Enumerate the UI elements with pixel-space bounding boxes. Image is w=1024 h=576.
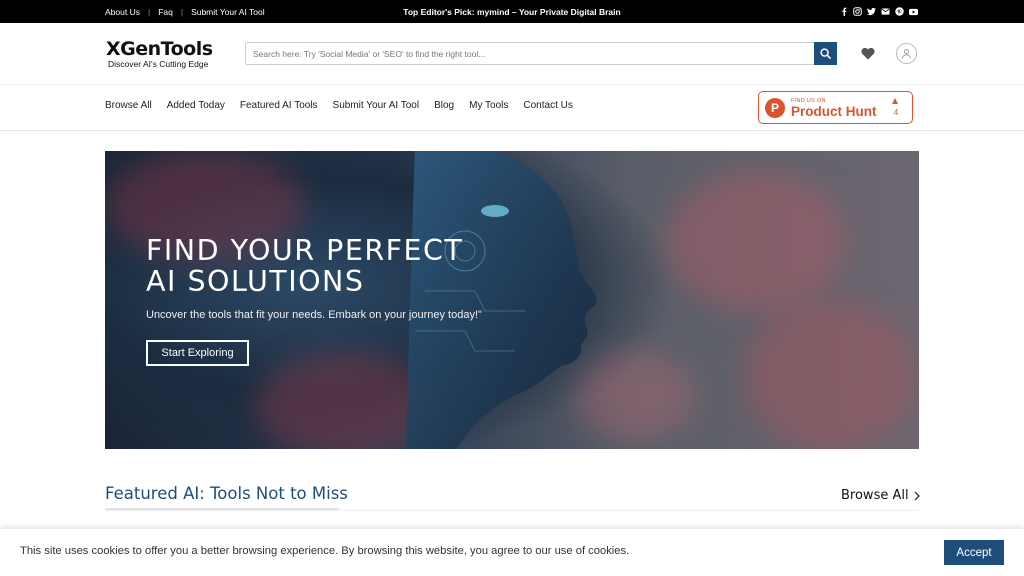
accept-cookies-button[interactable]: Accept — [944, 540, 1004, 565]
hero-headline-line-1: FIND YOUR PERFECT — [146, 234, 464, 267]
logo-tagline: Discover AI's Cutting Edge — [108, 59, 209, 69]
browse-all-label: Browse All — [841, 488, 909, 503]
top-link-about-us[interactable]: About Us — [105, 7, 140, 17]
product-hunt-votes: 4 — [893, 108, 899, 117]
pinterest-icon[interactable] — [895, 7, 904, 16]
product-hunt-logo-icon: P — [765, 98, 785, 118]
nav-contact-us[interactable]: Contact Us — [523, 100, 572, 114]
section-divider — [105, 510, 919, 511]
site-header: XGenTools Discover AI's Cutting Edge Bro… — [0, 23, 1024, 131]
nav-browse-all[interactable]: Browse All — [105, 100, 152, 114]
hero-headline-line-2: AI SOLUTIONS — [146, 265, 365, 298]
hero-ai-face-illustration — [405, 151, 597, 449]
user-icon — [901, 49, 912, 59]
hero-headline: FIND YOUR PERFECT AI SOLUTIONS — [146, 235, 606, 297]
upvote-arrow-icon — [892, 98, 898, 104]
site-logo[interactable]: XGenTools Discover AI's Cutting Edge — [106, 39, 213, 69]
product-hunt-name: Product Hunt — [791, 104, 877, 119]
editors-pick-text[interactable]: Top Editor's Pick: mymind – Your Private… — [403, 7, 620, 17]
youtube-icon[interactable] — [909, 7, 918, 16]
product-hunt-badge[interactable]: P FIND US ON Product Hunt 4 — [758, 91, 913, 124]
hero-banner: FIND YOUR PERFECT AI SOLUTIONS Uncover t… — [105, 151, 919, 449]
search-input[interactable] — [246, 43, 814, 64]
nav-added-today[interactable]: Added Today — [167, 100, 225, 114]
cookie-message: This site uses cookies to offer you a be… — [20, 545, 630, 557]
top-link-separator: | — [147, 6, 151, 17]
account-button[interactable] — [896, 43, 917, 64]
start-exploring-button[interactable]: Start Exploring — [146, 340, 249, 366]
browse-all-link[interactable]: Browse All — [841, 488, 920, 503]
top-link-separator: | — [180, 6, 184, 17]
twitter-icon[interactable] — [867, 7, 876, 16]
featured-section-title: Featured AI: Tools Not to Miss — [105, 484, 348, 503]
logo-name: XGenTools — [106, 38, 213, 60]
hero-bokeh — [745, 301, 915, 449]
chevron-right-icon — [914, 491, 920, 500]
heart-icon — [861, 47, 875, 60]
facebook-icon[interactable] — [839, 7, 848, 16]
nav-my-tools[interactable]: My Tools — [469, 100, 508, 114]
cookie-consent-bar: This site uses cookies to offer you a be… — [0, 529, 1024, 576]
nav-featured-ai-tools[interactable]: Featured AI Tools — [240, 100, 318, 114]
instagram-icon[interactable] — [853, 7, 862, 16]
top-link-faq[interactable]: Faq — [158, 7, 173, 17]
nav-divider — [0, 84, 1024, 85]
top-links: About Us | Faq | Submit Your AI Tool — [105, 0, 265, 23]
wishlist-button[interactable] — [861, 47, 875, 60]
social-links — [839, 0, 918, 23]
search-bar — [245, 42, 837, 65]
top-bar: Top Editor's Pick: mymind – Your Private… — [0, 0, 1024, 23]
hero-subtitle: Uncover the tools that fit your needs. E… — [146, 309, 482, 321]
top-link-submit-tool[interactable]: Submit Your AI Tool — [191, 7, 265, 17]
mail-icon[interactable] — [881, 7, 890, 16]
main-nav: Browse All Added Today Featured AI Tools… — [105, 100, 573, 114]
search-icon — [820, 48, 831, 59]
search-button[interactable] — [814, 42, 837, 65]
nav-submit-tool[interactable]: Submit Your AI Tool — [333, 100, 420, 114]
section-title-underline — [105, 508, 339, 510]
nav-blog[interactable]: Blog — [434, 100, 454, 114]
